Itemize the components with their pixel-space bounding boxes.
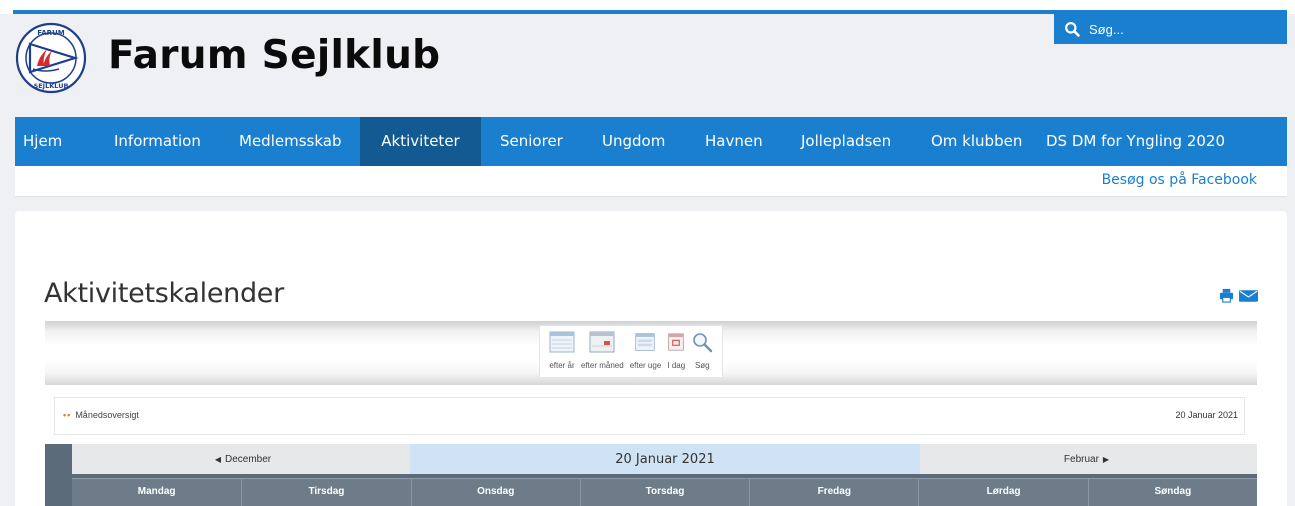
nav-item-ungdom[interactable]: Ungdom (602, 117, 665, 166)
nav-item-om-klubben[interactable]: Om klubben (931, 117, 1022, 166)
facebook-link[interactable]: Besøg os på Facebook (1102, 172, 1257, 188)
calendar-today-icon (668, 333, 685, 351)
nav-item-jollepladsen[interactable]: Jollepladsen (801, 117, 891, 166)
search-box[interactable]: Søg... (1054, 14, 1287, 44)
search-placeholder[interactable]: Søg... (1089, 22, 1124, 37)
chevron-left-icon: ◀ (214, 454, 221, 464)
calendar-view-toolbar: efter år efter måned efter uge I dag Søg (539, 325, 724, 378)
bullet-icon: •• (63, 410, 72, 420)
next-month-button[interactable]: Februar ▶ (920, 444, 1257, 474)
month-overview-bar: •• Månedsoversigt 20 Januar 2021 (54, 397, 1245, 435)
top-accent-strip (0, 0, 1295, 14)
today-button[interactable]: I dag (667, 330, 685, 377)
nav-item-medlemsskab[interactable]: Medlemsskab (239, 117, 341, 166)
nav-item-hjem[interactable]: Hjem (23, 117, 62, 166)
prev-month-button[interactable]: ◀ December (72, 444, 410, 474)
social-bar: Besøg os på Facebook (15, 166, 1287, 197)
main-navigation: Hjem Information Medlemsskab Aktiviteter… (15, 117, 1287, 166)
nav-item-seniorer[interactable]: Seniorer (500, 117, 563, 166)
chevron-right-icon: ▶ (1102, 454, 1110, 464)
calendar-year-icon (549, 331, 575, 353)
magnifier-icon (693, 333, 713, 353)
search-events-label: Søg (694, 361, 710, 370)
month-overview-date: 20 Januar 2021 (1175, 410, 1238, 420)
calendar-month-nav: ◀ December 20 Januar 2021 Februar ▶ (72, 444, 1257, 474)
view-by-week-button[interactable]: efter uge (629, 330, 662, 377)
view-by-month-label: efter måned (581, 361, 624, 370)
site-title[interactable]: Farum Sejlklub (108, 33, 440, 78)
logo-text-bottom: SEJLKLUB (34, 82, 69, 90)
logo-text-top: FARUM (37, 29, 64, 37)
month-overview-label: Månedsoversigt (75, 410, 139, 420)
weekday-header-tirsdag: Tirsdag (241, 479, 410, 506)
print-icon[interactable] (1219, 288, 1234, 303)
nav-item-ds-dm-yngling[interactable]: DS DM for Yngling 2020 (1046, 117, 1225, 166)
current-month-label: 20 Januar 2021 (410, 444, 920, 474)
weekday-header-row: Mandag Tirsdag Onsdag Torsdag Fredag Lør… (72, 478, 1257, 506)
calendar-week-icon (635, 333, 656, 351)
view-by-year-label: efter år (549, 361, 575, 370)
weekday-header-sondag: Søndag (1087, 479, 1257, 506)
weekday-header-lordag: Lørdag (918, 479, 1087, 506)
calendar-toolbar-band: efter år efter måned efter uge I dag Søg (45, 321, 1257, 385)
email-icon[interactable] (1239, 290, 1258, 302)
page-title: Aktivitetskalender (44, 278, 284, 309)
search-icon (1065, 21, 1080, 37)
content-panel: Aktivitetskalender efter år efter måned … (15, 211, 1287, 506)
prev-month-label: December (225, 453, 272, 465)
club-logo[interactable]: FARUM SEJLKLUB (15, 22, 87, 94)
next-month-label: Februar (1063, 453, 1099, 465)
today-label: I dag (667, 361, 686, 370)
view-by-month-button[interactable]: efter måned (581, 330, 624, 377)
weekday-header-onsdag: Onsdag (410, 479, 580, 506)
weekday-header-fredag: Fredag (749, 479, 918, 506)
calendar-month-icon (589, 331, 615, 353)
nav-item-aktiviteter[interactable]: Aktiviteter (360, 117, 481, 166)
nav-item-havnen[interactable]: Havnen (705, 117, 763, 166)
view-by-year-button[interactable]: efter år (549, 330, 575, 377)
view-by-week-label: efter uge (629, 361, 662, 370)
weekday-header-mandag: Mandag (137, 486, 176, 497)
nav-item-information[interactable]: Information (114, 117, 201, 166)
calendar-grid: ◀ December 20 Januar 2021 Februar ▶ Mandag… (45, 444, 1257, 506)
weekday-header-torsdag: Torsdag (579, 479, 749, 506)
month-overview-link[interactable]: •• Månedsoversigt (63, 410, 139, 420)
search-events-button[interactable]: Søg (691, 330, 713, 377)
